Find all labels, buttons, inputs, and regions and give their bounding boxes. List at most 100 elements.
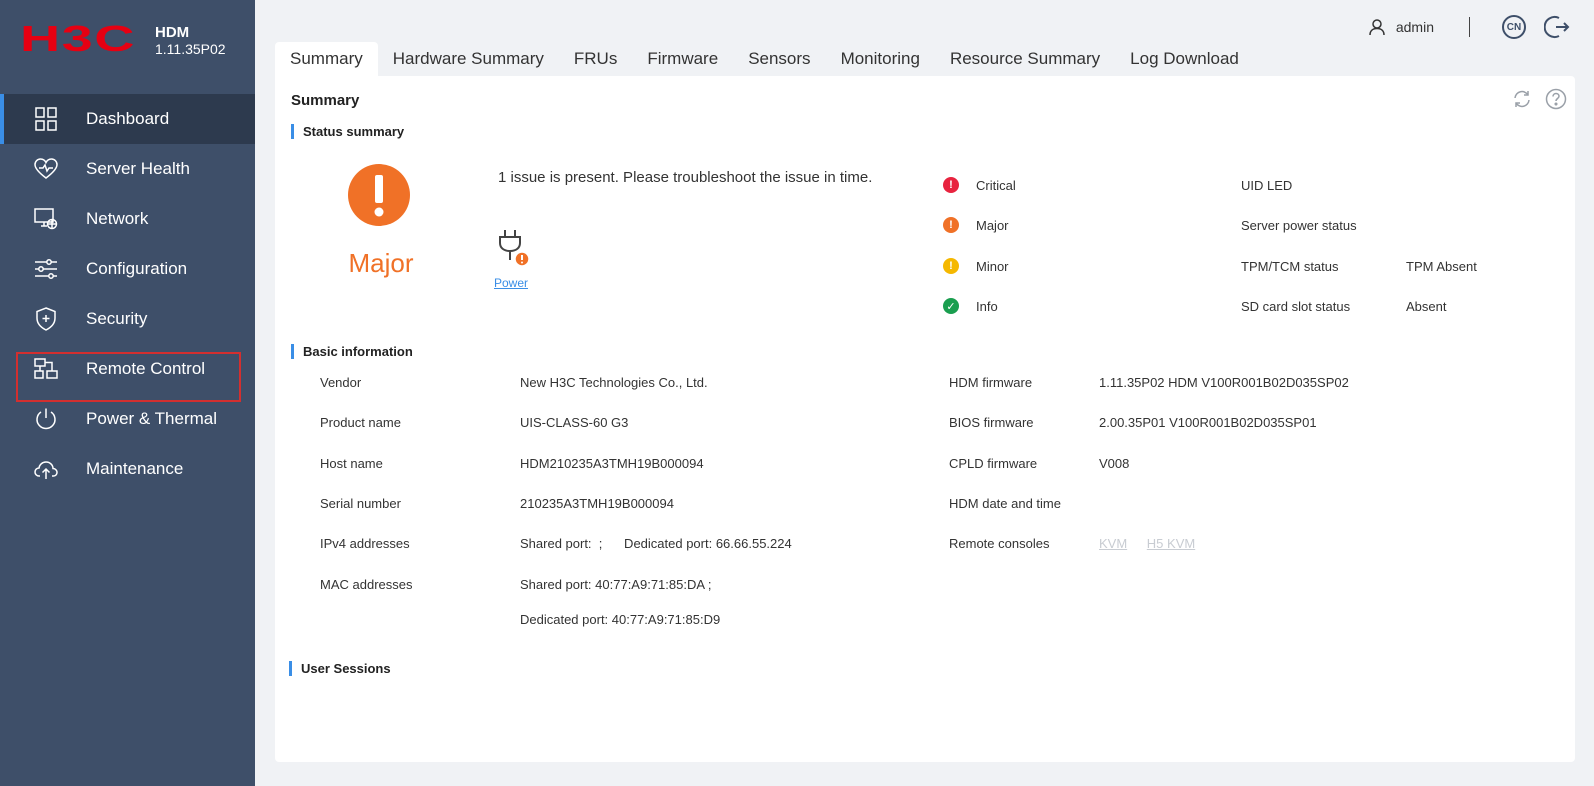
- sidebar-item-maintenance[interactable]: Maintenance: [0, 444, 255, 494]
- hdm-date-time-label: HDM date and time: [949, 496, 1061, 511]
- remote-consoles-value: KVM H5 KVM: [1099, 536, 1211, 551]
- top-bar: admin CN: [255, 0, 1594, 42]
- serial-number-label: Serial number: [320, 496, 401, 511]
- user-sessions-heading: User Sessions: [289, 661, 391, 676]
- tab-bar: Summary Hardware Summary FRUs Firmware S…: [275, 42, 1254, 76]
- severity-info: ✓ Info: [943, 298, 998, 314]
- sidebar-nav: Dashboard Server Health Network Configur…: [0, 94, 255, 494]
- severity-critical: ! Critical: [943, 177, 1016, 193]
- tab-monitoring[interactable]: Monitoring: [826, 42, 935, 76]
- sidebar-item-label: Server Health: [86, 159, 190, 178]
- tab-summary[interactable]: Summary: [275, 42, 378, 76]
- sidebar-item-remote-control[interactable]: Remote Control: [0, 344, 255, 394]
- svg-text:H3C: H3C: [20, 22, 136, 56]
- tab-frus[interactable]: FRUs: [559, 42, 632, 76]
- page-title: Summary: [291, 92, 360, 109]
- cpld-firmware-value: V008: [1099, 456, 1130, 471]
- summary-card: Summary Status summary Major 1 issue is …: [275, 76, 1575, 762]
- sliders-icon: [35, 259, 57, 279]
- ipv4-label: IPv4 addresses: [320, 536, 410, 551]
- status-sd-card-label: SD card slot status: [1241, 299, 1351, 314]
- refresh-icon[interactable]: [1511, 88, 1533, 110]
- username: admin: [1395, 19, 1434, 35]
- minor-icon: !: [943, 258, 959, 274]
- remote-icon: [34, 358, 58, 379]
- bios-firmware-label: BIOS firmware: [949, 415, 1034, 430]
- severity-label: Critical: [976, 177, 1016, 193]
- tab-resource-summary[interactable]: Resource Summary: [935, 42, 1115, 76]
- sidebar-item-label: Dashboard: [86, 109, 170, 128]
- hdm-firmware-value: 1.11.35P02 HDM V100R001B02D035SP02: [1099, 375, 1349, 390]
- sidebar-item-server-health[interactable]: Server Health: [0, 144, 255, 194]
- ipv4-value: Shared port: ; Dedicated port: 66.66.55.…: [520, 536, 792, 551]
- status-tpm-value: TPM Absent: [1406, 259, 1477, 274]
- basic-information-heading: Basic information: [291, 344, 413, 359]
- power-plug-icon[interactable]: [495, 228, 531, 268]
- mac-dedicated-value: Dedicated port: 40:77:A9:71:85:D9: [520, 612, 721, 627]
- cloud-upload-icon: [34, 461, 58, 479]
- status-server-power-label: Server power status: [1241, 218, 1357, 233]
- sidebar-item-network[interactable]: Network: [0, 194, 255, 244]
- language-toggle[interactable]: CN: [1502, 15, 1526, 39]
- critical-icon: !: [943, 177, 959, 193]
- status-tpm-label: TPM/TCM status: [1241, 259, 1339, 274]
- power-icon: [36, 408, 56, 430]
- bios-firmware-value: 2.00.35P01 V100R001B02D035SP01: [1099, 415, 1317, 430]
- major-icon: !: [943, 217, 959, 233]
- cpld-firmware-label: CPLD firmware: [949, 456, 1038, 471]
- user-icon: [1369, 19, 1385, 36]
- overall-status-icon: [348, 164, 410, 226]
- kvm-link[interactable]: KVM: [1099, 536, 1127, 551]
- vendor-value: New H3C Technologies Co., Ltd.: [520, 375, 708, 390]
- exclamation-icon: [374, 175, 384, 217]
- hdm-firmware-label: HDM firmware: [949, 375, 1033, 390]
- sidebar-item-security[interactable]: Security: [0, 294, 255, 344]
- severity-minor: ! Minor: [943, 258, 1009, 274]
- sidebar-item-label: Power & Thermal: [86, 409, 218, 428]
- severity-major: ! Major: [943, 217, 1009, 233]
- severity-label: Info: [976, 298, 998, 314]
- issue-message: 1 issue is present. Please troubleshoot …: [498, 169, 873, 186]
- product-version: 1.11.35P02: [155, 41, 226, 57]
- sidebar-item-label: Remote Control: [86, 359, 206, 378]
- heart-icon: [34, 158, 58, 179]
- shield-icon: [36, 307, 56, 331]
- user-menu[interactable]: admin: [1368, 18, 1434, 36]
- sidebar-item-configuration[interactable]: Configuration: [0, 244, 255, 294]
- host-name-value: HDM210235A3TMH19B000094: [520, 456, 704, 471]
- divider: [1469, 17, 1470, 37]
- network-icon: [34, 208, 58, 230]
- product-name: HDM: [155, 24, 190, 41]
- sidebar-item-label: Security: [86, 309, 148, 328]
- remote-consoles-label: Remote consoles: [949, 536, 1050, 551]
- severity-label: Major: [976, 217, 1009, 233]
- severity-label: Minor: [976, 258, 1009, 274]
- tab-sensors[interactable]: Sensors: [733, 42, 825, 76]
- sidebar-item-label: Network: [86, 209, 149, 228]
- status-uid-led-label: UID LED: [1241, 178, 1293, 193]
- power-link[interactable]: Power: [494, 276, 528, 290]
- status-summary-heading: Status summary: [291, 124, 404, 139]
- mac-shared-value: Shared port: 40:77:A9:71:85:DA ;: [520, 577, 712, 592]
- sidebar: H3C HDM 1.11.35P02 Dashboard Server Heal…: [0, 0, 255, 786]
- vendor-label: Vendor: [320, 375, 362, 390]
- status-sd-card-value: Absent: [1406, 299, 1447, 314]
- tab-hardware-summary[interactable]: Hardware Summary: [378, 42, 559, 76]
- serial-number-value: 210235A3TMH19B000094: [520, 496, 674, 511]
- sidebar-item-dashboard[interactable]: Dashboard: [0, 94, 255, 144]
- grid-icon: [35, 107, 57, 131]
- h5-kvm-link[interactable]: H5 KVM: [1147, 536, 1195, 551]
- help-icon[interactable]: [1545, 88, 1567, 110]
- logout-icon[interactable]: [1544, 14, 1570, 40]
- sidebar-item-label: Configuration: [86, 259, 188, 278]
- tab-log-download[interactable]: Log Download: [1115, 42, 1254, 76]
- tab-firmware[interactable]: Firmware: [632, 42, 733, 76]
- sidebar-item-power-thermal[interactable]: Power & Thermal: [0, 394, 255, 444]
- mac-label: MAC addresses: [320, 577, 413, 592]
- product-name-label: Product name: [320, 415, 401, 430]
- sidebar-item-label: Maintenance: [86, 459, 184, 478]
- brand: H3C HDM 1.11.35P02: [0, 0, 255, 94]
- h3c-logo: H3C: [20, 22, 136, 56]
- info-check-icon: ✓: [943, 298, 959, 314]
- product-name-value: UIS-CLASS-60 G3: [520, 415, 629, 430]
